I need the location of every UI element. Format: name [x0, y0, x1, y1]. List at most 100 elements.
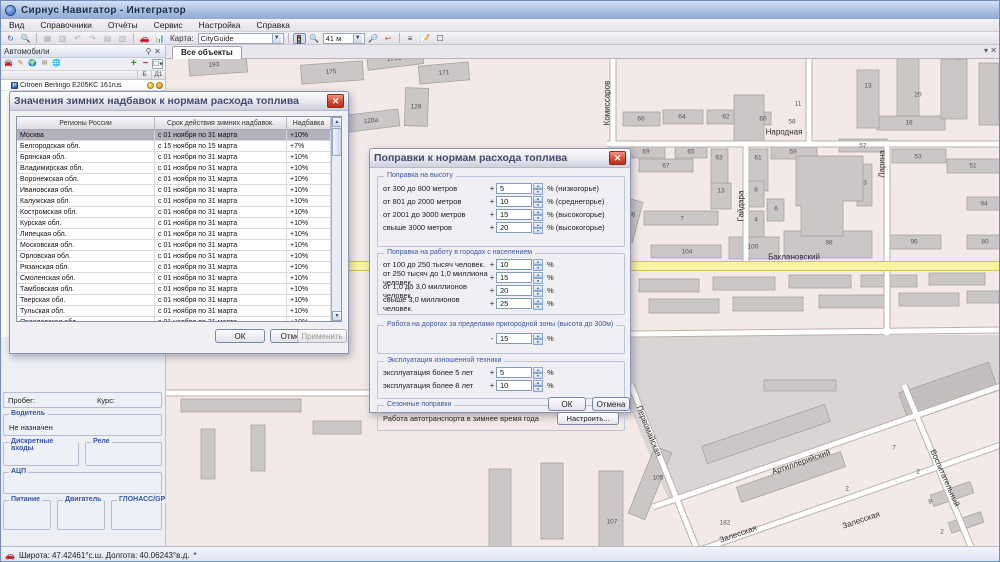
- spin-down-icon[interactable]: ▼: [533, 304, 543, 310]
- table-row[interactable]: Брянская обл.с 01 ноября по 31 марта+10%: [17, 152, 341, 163]
- edit-grid-icon[interactable]: ▦: [41, 33, 54, 44]
- table-row[interactable]: Курская обл.с 01 ноября по 31 марта+10%: [17, 218, 341, 229]
- dialog-title-bar[interactable]: Значения зимних надбавок к нормам расход…: [10, 92, 348, 111]
- spin-down-icon[interactable]: ▼: [533, 228, 543, 234]
- zoom-level-combo[interactable]: 41 м ▼: [323, 33, 365, 44]
- spin-input[interactable]: 15: [496, 272, 532, 283]
- menu-item[interactable]: Справка: [249, 20, 298, 30]
- chevron-down-icon[interactable]: ▾: [984, 46, 988, 55]
- layout-icon[interactable]: ▤: [101, 33, 114, 44]
- dock-header[interactable]: Автомобили ⚲ ✕: [1, 45, 165, 58]
- close-icon[interactable]: ✕: [327, 94, 344, 108]
- spin-down-icon[interactable]: ▼: [533, 291, 543, 297]
- table-row[interactable]: Смоленская обл.с 01 ноября по 31 марта+1…: [17, 273, 341, 284]
- table-row[interactable]: Московская обл.с 01 ноября по 31 марта+1…: [17, 240, 341, 251]
- vehicle-row[interactable]: P Citroen Berlingo E205KC 161rus: [1, 80, 165, 91]
- table-row[interactable]: Липецкая обл.с 01 ноября по 31 марта+10%: [17, 229, 341, 240]
- copy-icon[interactable]: ▥: [56, 33, 69, 44]
- table-row[interactable]: Калужская обл.с 01 ноября по 31 марта+10…: [17, 196, 341, 207]
- layout-select-button[interactable]: ☐▾: [152, 59, 163, 69]
- spin-input[interactable]: 10: [496, 196, 532, 207]
- table-scrollbar[interactable]: ▲ ▼: [331, 117, 341, 321]
- table-row[interactable]: Тверская обл.с 01 ноября по 31 марта+10%: [17, 295, 341, 306]
- spinner-buttons[interactable]: ▲▼: [533, 183, 543, 194]
- spinner-buttons[interactable]: ▲▼: [533, 285, 543, 296]
- map-provider-combo[interactable]: CityGuide ▼: [198, 33, 284, 44]
- zoom-out-icon[interactable]: 🔎: [367, 33, 380, 44]
- world-icon[interactable]: 🌐: [51, 59, 62, 69]
- scroll-down-icon[interactable]: ▼: [332, 311, 342, 321]
- table-row[interactable]: Воронежская обл.с 01 ноября по 31 марта+…: [17, 174, 341, 185]
- spin-down-icon[interactable]: ▼: [533, 202, 543, 208]
- filter-icon[interactable]: ▧: [116, 33, 129, 44]
- tab-all-objects[interactable]: Все объекты: [172, 46, 242, 59]
- ok-button[interactable]: ОК: [215, 329, 265, 343]
- spinner-buttons[interactable]: ▲▼: [533, 272, 543, 283]
- chart-icon[interactable]: 📊: [153, 33, 166, 44]
- column-b[interactable]: Б: [137, 71, 151, 79]
- remove-vehicle-button[interactable]: −: [140, 59, 151, 69]
- table-row[interactable]: Рязанская обл.с 01 ноября по 31 марта+10…: [17, 262, 341, 273]
- checkbox-icon[interactable]: ☐: [434, 33, 447, 44]
- title-bar[interactable]: Сирнус Навигатор - Интегратор: [1, 1, 1000, 19]
- spin-input[interactable]: 5: [496, 183, 532, 194]
- spin-down-icon[interactable]: ▼: [533, 265, 543, 271]
- car-icon[interactable]: 🚘: [3, 59, 14, 69]
- close-icon[interactable]: ✕: [990, 46, 997, 55]
- vehicle-list-header[interactable]: Б Д1: [1, 71, 165, 80]
- table-row[interactable]: Тамбовская обл.с 01 ноября по 31 марта+1…: [17, 284, 341, 295]
- spin-down-icon[interactable]: ▼: [533, 189, 543, 195]
- close-icon[interactable]: ✕: [609, 151, 626, 165]
- menu-item[interactable]: Сервис: [146, 20, 191, 30]
- spin-input[interactable]: 15: [496, 333, 532, 344]
- dialog-title-bar[interactable]: Поправки к нормам расхода топлива ✕: [370, 149, 630, 168]
- spinner-buttons[interactable]: ▲▼: [533, 380, 543, 391]
- spinner-buttons[interactable]: ▲▼: [533, 222, 543, 233]
- ok-button[interactable]: ОК: [548, 397, 586, 411]
- spinner-buttons[interactable]: ▲▼: [533, 259, 543, 270]
- mail-icon[interactable]: ✉: [39, 59, 50, 69]
- configure-button[interactable]: Настроить...: [557, 412, 619, 425]
- list-icon[interactable]: ≡: [404, 33, 417, 44]
- scrollbar-thumb[interactable]: [332, 128, 342, 156]
- notes-icon[interactable]: 📝: [419, 33, 432, 44]
- cancel-button[interactable]: Отмена: [592, 397, 630, 411]
- table-header[interactable]: Регионы России Срок действия зимних надб…: [17, 117, 341, 130]
- spinner-buttons[interactable]: ▲▼: [533, 298, 543, 309]
- spin-input[interactable]: 5: [496, 367, 532, 378]
- column-period[interactable]: Срок действия зимних надбавок.: [155, 117, 287, 129]
- table-row[interactable]: Орловская обл.с 01 ноября по 31 марта+10…: [17, 251, 341, 262]
- column-d1[interactable]: Д1: [151, 71, 165, 79]
- globe-icon[interactable]: 🌍: [27, 59, 38, 69]
- spin-input[interactable]: 25: [496, 298, 532, 309]
- spinner-buttons[interactable]: ▲▼: [533, 367, 543, 378]
- spin-down-icon[interactable]: ▼: [533, 386, 543, 392]
- table-row[interactable]: Владимирская обл.с 01 ноября по 31 марта…: [17, 163, 341, 174]
- scroll-up-icon[interactable]: ▲: [332, 117, 342, 127]
- close-icon[interactable]: ✕: [153, 47, 162, 56]
- chevron-down-icon[interactable]: ▼: [272, 34, 281, 43]
- spin-down-icon[interactable]: ▼: [533, 278, 543, 284]
- table-row[interactable]: Костромская обл.с 01 ноября по 31 марта+…: [17, 207, 341, 218]
- table-row[interactable]: Ивановская обл.с 01 ноября по 31 марта+1…: [17, 185, 341, 196]
- spin-input[interactable]: 10: [496, 259, 532, 270]
- spin-input[interactable]: 10: [496, 380, 532, 391]
- spin-down-icon[interactable]: ▼: [533, 215, 543, 221]
- vehicle-menu-icon[interactable]: 🚗▾: [138, 33, 151, 44]
- column-regions[interactable]: Регионы России: [17, 117, 155, 129]
- spin-down-icon[interactable]: ▼: [533, 373, 543, 379]
- menu-item[interactable]: Настройка: [191, 20, 249, 30]
- spin-input[interactable]: 15: [496, 209, 532, 220]
- back-arrow-icon[interactable]: ↩: [382, 33, 395, 44]
- spinner-buttons[interactable]: ▲▼: [533, 333, 543, 344]
- edit-icon[interactable]: ✎: [15, 59, 26, 69]
- table-row[interactable]: Ярославская обл.с 01 ноября по 31 марта+…: [17, 317, 341, 322]
- chevron-down-icon[interactable]: ▼: [353, 34, 362, 43]
- spin-input[interactable]: 20: [496, 285, 532, 296]
- table-row[interactable]: Тульская обл.с 01 ноября по 31 марта+10%: [17, 306, 341, 317]
- add-vehicle-button[interactable]: +: [128, 59, 139, 69]
- table-row[interactable]: Москвас 01 ноября по 31 марта+10%: [17, 130, 341, 141]
- search-icon[interactable]: 🔍: [19, 33, 32, 44]
- undo-icon[interactable]: ↶: [71, 33, 84, 44]
- spin-input[interactable]: 20: [496, 222, 532, 233]
